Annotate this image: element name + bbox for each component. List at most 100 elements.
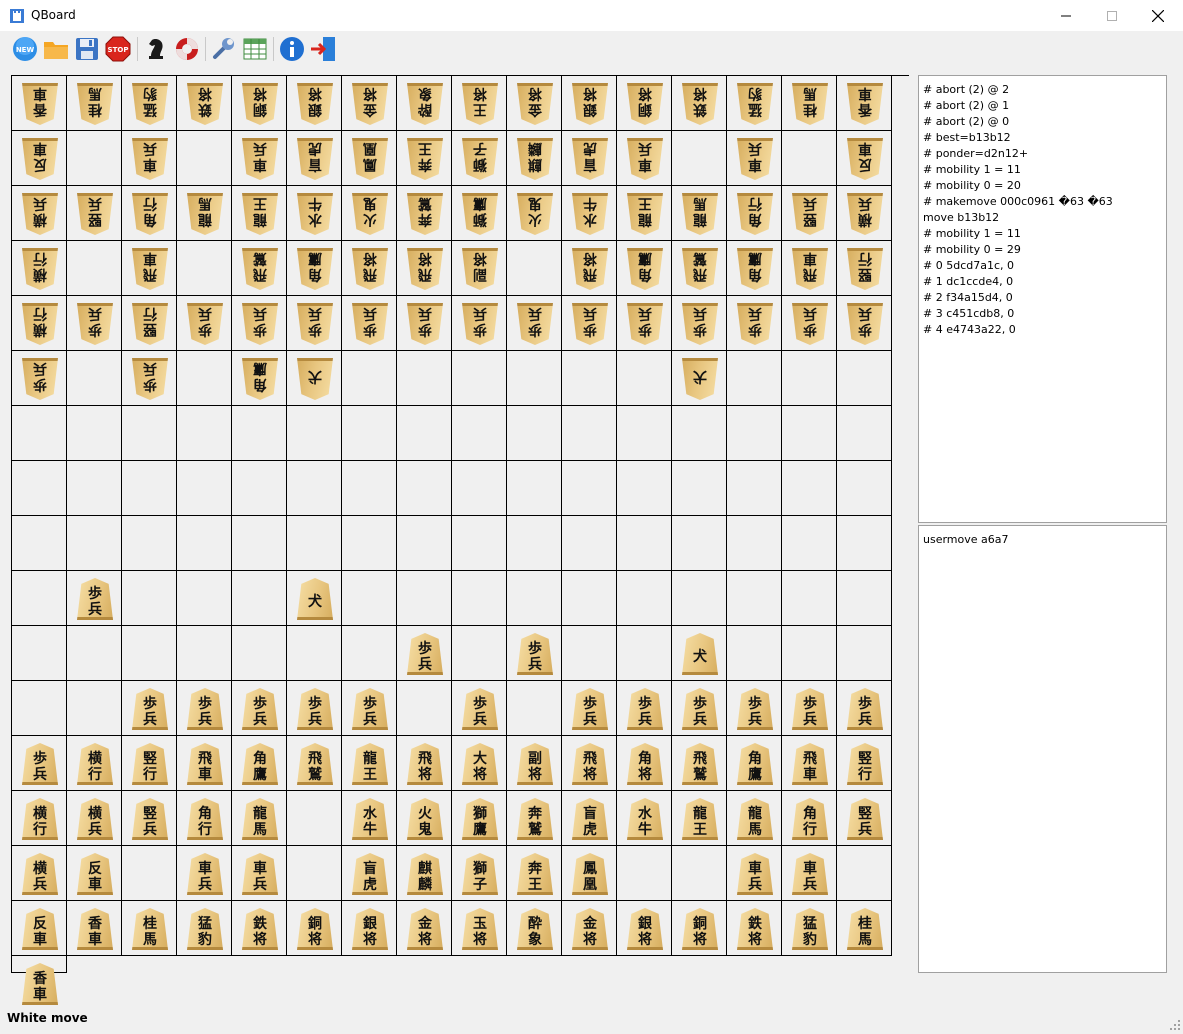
board-square[interactable]: 歩兵 bbox=[232, 296, 287, 351]
player-piece[interactable]: 車兵 bbox=[242, 853, 278, 895]
board-square[interactable] bbox=[287, 516, 342, 571]
player-piece[interactable]: 龍王 bbox=[682, 798, 718, 840]
board-square[interactable]: 獅子 bbox=[452, 131, 507, 186]
board-square[interactable]: 歩兵 bbox=[12, 351, 67, 406]
board-square[interactable]: 歩兵 bbox=[507, 296, 562, 351]
board-square[interactable]: 飛鷲 bbox=[672, 736, 727, 791]
board-square[interactable]: 角鷹 bbox=[727, 736, 782, 791]
opponent-piece[interactable]: 歩兵 bbox=[352, 303, 388, 345]
board-square[interactable]: 竪兵 bbox=[122, 791, 177, 846]
board-square[interactable]: 王将 bbox=[452, 76, 507, 131]
board-square[interactable] bbox=[617, 461, 672, 516]
player-piece[interactable]: 角鷹 bbox=[737, 743, 773, 785]
player-piece[interactable]: 歩兵 bbox=[462, 688, 498, 730]
opponent-piece[interactable]: 桂馬 bbox=[792, 83, 828, 125]
board-square[interactable]: 火鬼 bbox=[507, 186, 562, 241]
board-square[interactable] bbox=[727, 516, 782, 571]
board-square[interactable]: 銅将 bbox=[672, 901, 727, 956]
player-piece[interactable]: 角行 bbox=[792, 798, 828, 840]
player-piece[interactable]: 銅将 bbox=[297, 908, 333, 950]
board-square[interactable]: 歩兵 bbox=[232, 681, 287, 736]
opponent-piece[interactable]: 歩兵 bbox=[297, 303, 333, 345]
board-square[interactable]: 大将 bbox=[452, 736, 507, 791]
player-piece[interactable]: 銀将 bbox=[352, 908, 388, 950]
opponent-piece[interactable]: 歩兵 bbox=[517, 303, 553, 345]
board-square[interactable]: 横兵 bbox=[67, 791, 122, 846]
opponent-piece[interactable]: 奔鷲 bbox=[407, 193, 443, 235]
board-square[interactable]: 飛鷲 bbox=[287, 736, 342, 791]
board-square[interactable]: 鉄将 bbox=[232, 901, 287, 956]
player-piece[interactable]: 飛鷲 bbox=[297, 743, 333, 785]
player-piece[interactable]: 車兵 bbox=[737, 853, 773, 895]
board-square[interactable]: 歩兵 bbox=[67, 296, 122, 351]
board-square[interactable]: 龍王 bbox=[617, 186, 672, 241]
resize-grip-icon[interactable] bbox=[1169, 1019, 1181, 1031]
opponent-piece[interactable]: 歩兵 bbox=[737, 303, 773, 345]
board-square[interactable]: 歩兵 bbox=[782, 681, 837, 736]
board-square[interactable]: 飛将 bbox=[562, 736, 617, 791]
opponent-piece[interactable]: 歩兵 bbox=[792, 303, 828, 345]
board-square[interactable]: 香車 bbox=[12, 76, 67, 131]
board-square[interactable]: 歩兵 bbox=[507, 626, 562, 681]
board-square[interactable] bbox=[727, 571, 782, 626]
board-square[interactable] bbox=[617, 406, 672, 461]
board-square[interactable] bbox=[287, 406, 342, 461]
player-piece[interactable]: 角鷹 bbox=[242, 743, 278, 785]
board-square[interactable]: 酔象 bbox=[397, 76, 452, 131]
board-square[interactable]: 犬 bbox=[672, 351, 727, 406]
player-piece[interactable]: 歩兵 bbox=[737, 688, 773, 730]
board-square[interactable]: 獅鷹 bbox=[452, 791, 507, 846]
player-piece[interactable]: 龍馬 bbox=[737, 798, 773, 840]
board-square[interactable]: 横兵 bbox=[12, 846, 67, 901]
player-piece[interactable]: 盲虎 bbox=[572, 798, 608, 840]
player-piece[interactable]: 反車 bbox=[77, 853, 113, 895]
board-square[interactable]: 玉将 bbox=[452, 901, 507, 956]
board-square[interactable] bbox=[452, 461, 507, 516]
player-piece[interactable]: 桂馬 bbox=[847, 908, 883, 950]
opponent-piece[interactable]: 香車 bbox=[847, 83, 883, 125]
board-square[interactable]: 麒麟 bbox=[397, 846, 452, 901]
player-piece[interactable]: 玉将 bbox=[462, 908, 498, 950]
board-square[interactable] bbox=[782, 571, 837, 626]
player-piece[interactable]: 鉄将 bbox=[242, 908, 278, 950]
player-piece[interactable]: 犬 bbox=[297, 578, 333, 620]
board-square[interactable]: 横行 bbox=[12, 241, 67, 296]
board-square[interactable] bbox=[782, 626, 837, 681]
board-square[interactable]: 歩兵 bbox=[782, 296, 837, 351]
opponent-piece[interactable]: 桂馬 bbox=[77, 83, 113, 125]
help-lifesaver-button[interactable] bbox=[173, 35, 201, 63]
board-square[interactable] bbox=[397, 516, 452, 571]
board-square[interactable]: 歩兵 bbox=[122, 681, 177, 736]
board-square[interactable]: 角鷹 bbox=[727, 241, 782, 296]
board-square[interactable] bbox=[397, 461, 452, 516]
board-square[interactable] bbox=[67, 461, 122, 516]
board-square[interactable]: 歩兵 bbox=[452, 681, 507, 736]
opponent-piece[interactable]: 竪行 bbox=[847, 248, 883, 290]
board-square[interactable] bbox=[177, 351, 232, 406]
board-square[interactable] bbox=[672, 406, 727, 461]
opponent-piece[interactable]: 歩兵 bbox=[572, 303, 608, 345]
board-square[interactable]: 麒麟 bbox=[507, 131, 562, 186]
player-piece[interactable]: 香車 bbox=[77, 908, 113, 950]
board-square[interactable] bbox=[232, 571, 287, 626]
board-square[interactable]: 歩兵 bbox=[12, 736, 67, 791]
player-piece[interactable]: 歩兵 bbox=[352, 688, 388, 730]
opponent-piece[interactable]: 歩兵 bbox=[682, 303, 718, 345]
board-square[interactable]: 鉄将 bbox=[177, 76, 232, 131]
board-square[interactable]: 反車 bbox=[837, 131, 892, 186]
opponent-piece[interactable]: 角鷹 bbox=[242, 358, 278, 400]
board-square[interactable]: 水牛 bbox=[562, 186, 617, 241]
board-square[interactable] bbox=[397, 571, 452, 626]
board-square[interactable]: 車兵 bbox=[782, 846, 837, 901]
board-square[interactable]: 桂馬 bbox=[122, 901, 177, 956]
player-piece[interactable]: 飛車 bbox=[187, 743, 223, 785]
player-piece[interactable]: 盲虎 bbox=[352, 853, 388, 895]
opponent-piece[interactable]: 副将 bbox=[462, 248, 498, 290]
engine-output-panel[interactable]: # abort (2) @ 2 # abort (2) @ 1 # abort (2… bbox=[918, 75, 1167, 523]
board-square[interactable] bbox=[452, 406, 507, 461]
board-square[interactable] bbox=[177, 131, 232, 186]
board-square[interactable]: 火鬼 bbox=[397, 791, 452, 846]
board-square[interactable]: 車兵 bbox=[177, 846, 232, 901]
new-game-button[interactable]: NEW bbox=[11, 35, 39, 63]
board-square[interactable] bbox=[562, 571, 617, 626]
